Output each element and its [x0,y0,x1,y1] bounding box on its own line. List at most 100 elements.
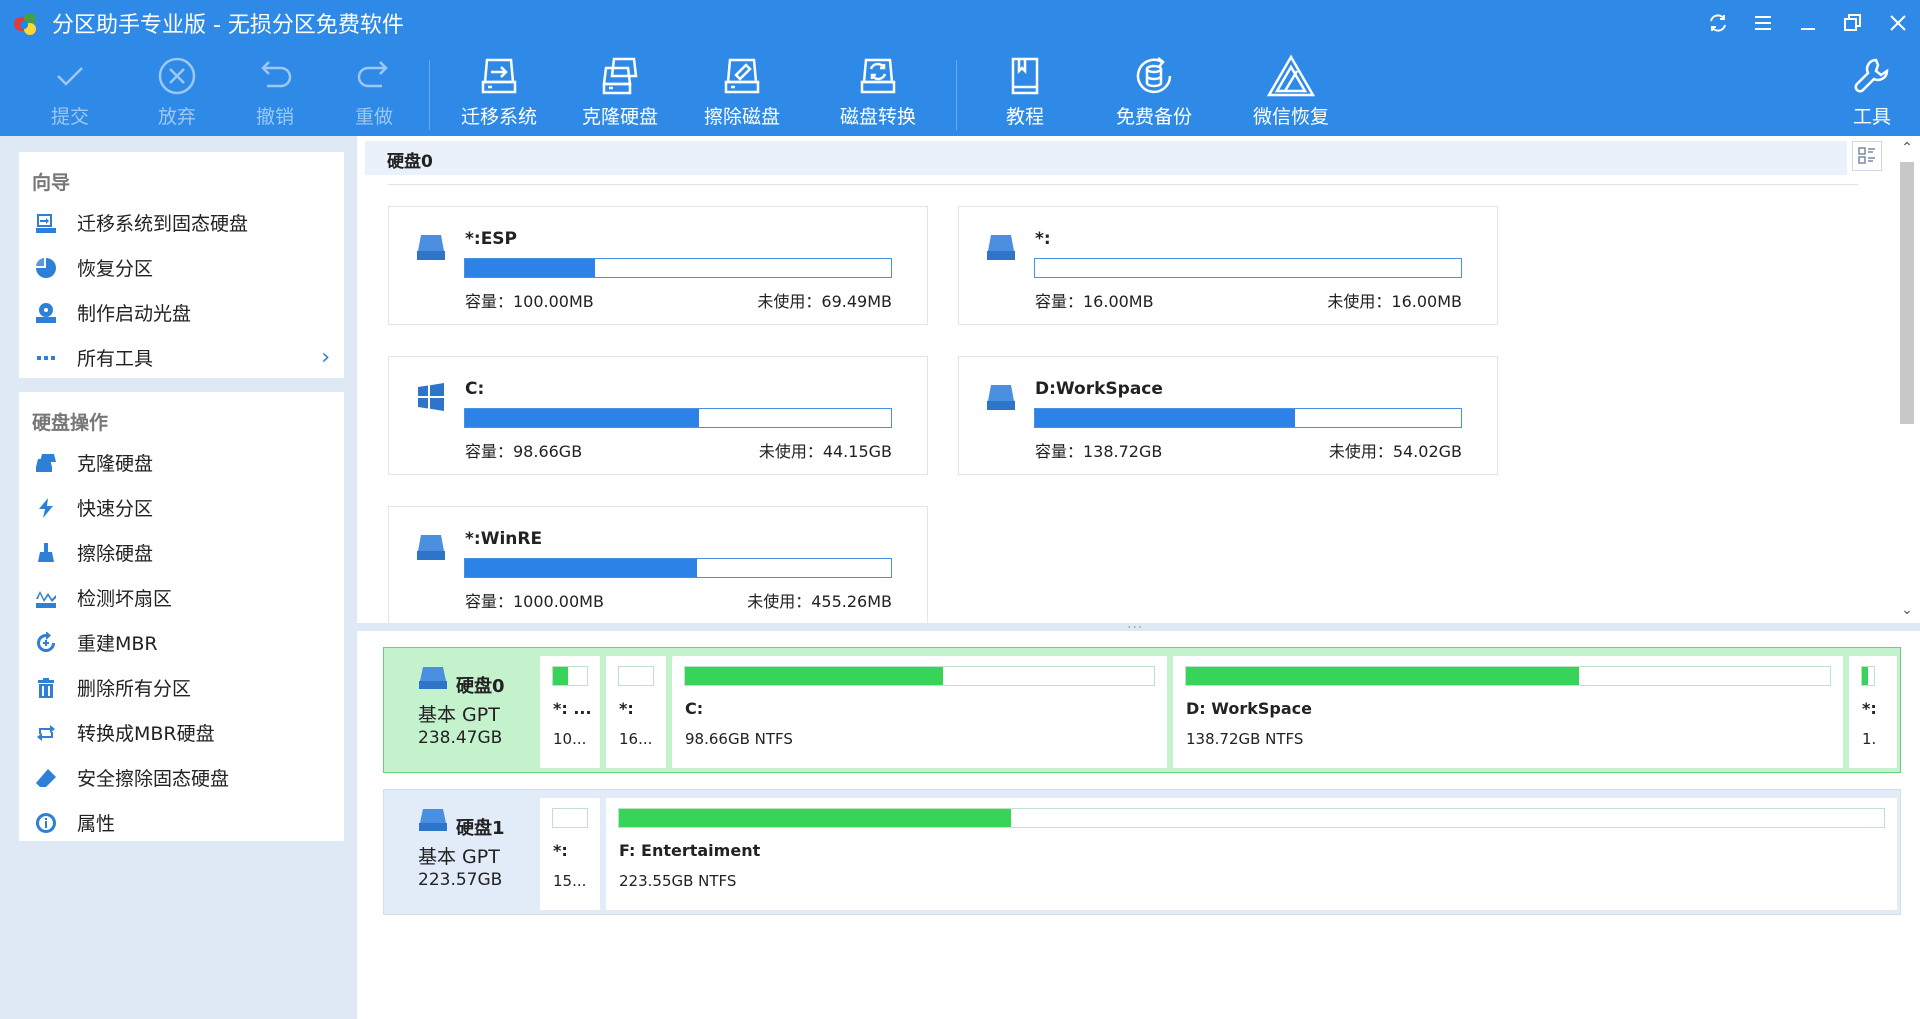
sidebar-item-label: 擦除硬盘 [77,543,154,565]
bad-sector-icon [35,587,57,609]
block-usage-bar [1861,666,1875,686]
disk-convert-icon [828,52,928,100]
sidebar-item-rebuild-mbr[interactable]: 重建MBR [19,620,344,665]
partition-capacity: 容量：100.00MB [465,292,594,311]
usage-fill [465,259,595,277]
sidebar-item-label: 制作启动光盘 [77,303,192,325]
migrate-os-button[interactable]: 迁移系统 [449,52,549,134]
partition-block[interactable]: *: 1. [1849,656,1897,768]
wipe-disk-button[interactable]: 擦除磁盘 [692,52,792,134]
sidebar-item-bootable-disc[interactable]: 制作启动光盘 [19,290,344,335]
partition-usage-bar [464,558,892,578]
book-icon [975,52,1075,100]
sidebar-item-label: 快速分区 [77,498,154,520]
partition-block[interactable]: C: 98.66GB NTFS [672,656,1167,768]
sidebar-item-label: 转换成MBR硬盘 [77,723,215,745]
redo-icon [324,52,424,100]
disk-row-1[interactable]: 硬盘1 基本 GPT 223.57GB *: 15... F: Entertai… [383,789,1901,915]
partition-card[interactable]: *: 容量：16.00MB 未使用：16.00MB [958,206,1498,325]
sidebar-item-secure-erase[interactable]: 安全擦除固态硬盘 [19,755,344,800]
toolbar-separator [429,60,430,130]
block-info: 223.55GB NTFS [619,872,737,890]
pane-splitter[interactable]: ··· [357,620,1920,636]
partition-block[interactable]: *: 15... [540,798,600,910]
close-icon[interactable] [1875,0,1920,46]
disk-row-0[interactable]: 硬盘0 基本 GPT 238.47GB *: ... 10... *: 16..… [383,647,1901,773]
disk-info: 硬盘0 基本 GPT 238.47GB [384,648,534,772]
toolbar: 提交 放弃 撤销 重做 迁移系统 克隆硬盘 擦除磁盘 磁盘转换 教程 免费备份 … [0,46,1920,136]
clone-disk-button[interactable]: 克隆硬盘 [570,52,670,134]
partition-card[interactable]: *:ESP 容量：100.00MB 未使用：69.49MB [388,206,928,325]
wipe-disk-icon [692,52,792,100]
window-title: 分区助手专业版 - 无损分区免费软件 [52,13,404,38]
block-usage-bar [618,666,654,686]
sidebar-item-clone-disk[interactable]: 克隆硬盘 [19,440,344,485]
scroll-down-icon[interactable]: ⌄ [1899,602,1915,618]
clone-disk-icon [35,452,57,474]
disk-name: 硬盘1 [456,818,505,839]
block-name: *: ... [553,699,592,718]
sidebar-item-label: 检测坏扇区 [77,588,173,610]
block-usage-bar [552,666,588,686]
usage-fill [465,409,700,427]
title-bar: 分区助手专业版 - 无损分区免费软件 [0,0,1920,46]
sidebar-item-bad-sector[interactable]: 检测坏扇区 [19,575,344,620]
sidebar-item-delete-all[interactable]: 删除所有分区 [19,665,344,710]
partition-capacity: 容量：138.72GB [1035,442,1163,461]
sidebar-item-wipe-disk[interactable]: 擦除硬盘 [19,530,344,575]
block-fill [685,667,943,685]
wipe-label: 擦除磁盘 [703,106,780,128]
tutorial-button[interactable]: 教程 [975,52,1075,134]
sidebar-item-quick-partition[interactable]: 快速分区 [19,485,344,530]
wrench-icon [1822,52,1920,100]
disk-icon [419,809,447,831]
wechat-label: 微信恢复 [1252,106,1329,128]
partition-card[interactable]: C: 容量：98.66GB 未使用：44.15GB [388,356,928,475]
view-toggle-button[interactable] [1852,141,1882,171]
partition-name: *:ESP [465,229,518,249]
disk-convert-button[interactable]: 磁盘转换 [828,52,928,134]
redo-button[interactable]: 重做 [324,52,424,134]
partition-free: 未使用：44.15GB [758,442,892,461]
backup-label: 免费备份 [1115,106,1192,128]
partition-card[interactable]: D:WorkSpace 容量：138.72GB 未使用：54.02GB [958,356,1498,475]
block-fill [1862,667,1868,685]
sidebar-item-all-tools[interactable]: 所有工具 › [19,335,344,380]
restore-icon[interactable] [1830,0,1875,46]
partition-block[interactable]: D: WorkSpace 138.72GB NTFS [1173,656,1843,768]
partition-usage-bar [1034,408,1462,428]
sidebar-item-migrate-ssd[interactable]: 迁移系统到固态硬盘 [19,200,344,245]
partition-block[interactable]: F: Entertaiment 223.55GB NTFS [606,798,1897,910]
sidebar-item-recover-partition[interactable]: 恢复分区 [19,245,344,290]
minimize-icon[interactable] [1785,0,1830,46]
undo-button[interactable]: 撤销 [225,52,325,134]
list-view-icon [1858,147,1875,164]
undo-label: 撤销 [255,106,294,128]
migrate-label: 迁移系统 [460,106,537,128]
tools-button[interactable]: 工具 [1822,52,1920,134]
wechat-recovery-button[interactable]: 微信恢复 [1241,52,1341,134]
sidebar-item-label: 属性 [77,813,116,835]
discard-button[interactable]: 放弃 [127,52,227,134]
partition-block[interactable]: *: ... 10... [540,656,600,768]
sidebar-item-properties[interactable]: 属性 [19,800,344,845]
partition-capacity: 容量：1000.00MB [465,592,604,611]
migrate-disk-icon [449,52,549,100]
wizard-panel: 向导 迁移系统到固态硬盘 恢复分区 制作启动光盘 所有工具 › [19,152,344,378]
menu-icon[interactable] [1740,0,1785,46]
block-usage-bar [552,808,588,828]
block-info: 138.72GB NTFS [1186,730,1304,748]
scroll-thumb[interactable] [1900,162,1914,424]
vertical-scrollbar[interactable]: ⌃ ⌄ [1894,136,1920,626]
partition-card[interactable]: *:WinRE 容量：1000.00MB 未使用：455.26MB [388,506,928,623]
block-usage-bar [1185,666,1831,686]
block-info: 10... [553,730,587,748]
clone-disk-icon [570,52,670,100]
partition-free: 未使用：54.02GB [1328,442,1462,461]
free-backup-button[interactable]: 免费备份 [1104,52,1204,134]
commit-button[interactable]: 提交 [20,52,120,134]
sidebar-item-convert-mbr[interactable]: 转换成MBR硬盘 [19,710,344,755]
partition-block[interactable]: *: 16... [606,656,666,768]
refresh-icon[interactable] [1695,0,1740,46]
scroll-up-icon[interactable]: ⌃ [1899,140,1915,156]
